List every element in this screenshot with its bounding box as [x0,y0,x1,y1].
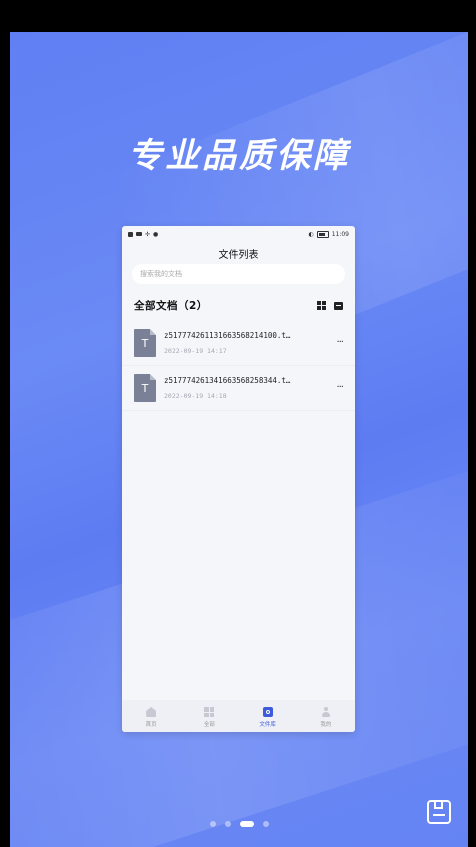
more-icon[interactable]: ··· [336,337,343,348]
text-file-icon: T [134,329,156,357]
status-bar: ✢ ● ◐ 11:09 [122,226,355,242]
signal-icon [136,232,142,236]
home-icon [146,707,157,717]
file-row[interactable]: T z5177742613416635682583​44.t… 2022-09-… [122,366,355,411]
file-name: z5177742613416635682583​44.t… [164,376,291,385]
file-row[interactable]: T z5177742611316635682141​00.t… 2022-09-… [122,321,355,366]
more-icon[interactable]: ··· [336,382,343,393]
tab-label: 文件库 [259,722,276,728]
tab-label: 首页 [145,722,157,728]
user-icon [321,707,331,717]
tab-home[interactable]: 首页 [131,707,171,728]
notify-icon: ● [153,230,159,238]
tab-bar: 首页 全部 文件库 我的 [122,700,355,732]
tab-all[interactable]: 全部 [189,707,229,728]
file-date: 2022-09-19 14:18 [164,392,227,400]
folder-icon[interactable] [334,301,343,310]
file-date: 2022-09-19 14:17 [164,347,227,355]
file-list: T z5177742611316635682141​00.t… 2022-09-… [122,321,355,411]
page-dot[interactable] [209,821,216,827]
page-indicator [10,821,468,827]
section-title: 全部文档（2） [134,300,208,312]
app-frame: 专业品质保障 ✢ ● ◐ 11:09 文件列表 搜索我的文档 全部文档（2） T… [0,0,476,847]
section-header: 全部文档（2） [134,298,343,313]
page-dot[interactable] [224,821,231,827]
save-icon[interactable] [427,800,451,824]
vibrate-icon: ◐ [308,230,314,238]
view-toggle-icon[interactable] [317,301,326,310]
sim-icon [128,231,133,237]
search-input[interactable]: 搜索我的文档 [132,264,345,284]
tab-label: 我的 [320,722,332,728]
grid-icon [204,707,215,717]
phone-preview: ✢ ● ◐ 11:09 文件列表 搜索我的文档 全部文档（2） T z51777… [122,226,355,732]
page-title: 文件列表 [218,250,259,261]
tab-label: 全部 [203,722,215,728]
usb-icon: ✢ [145,230,151,238]
promo-background: 专业品质保障 ✢ ● ◐ 11:09 文件列表 搜索我的文档 全部文档（2） T… [10,32,468,847]
promo-headline: 专业品质保障 [128,136,350,176]
tab-library[interactable]: 文件库 [248,707,288,728]
library-icon [262,707,273,717]
tab-me[interactable]: 我的 [306,707,346,728]
battery-icon [316,230,329,238]
status-time: 11:09 [331,230,349,238]
page-dot[interactable] [262,821,269,827]
file-name: z5177742611316635682141​00.t… [164,331,291,340]
text-file-icon: T [134,374,156,402]
page-dot-active[interactable] [239,821,254,827]
